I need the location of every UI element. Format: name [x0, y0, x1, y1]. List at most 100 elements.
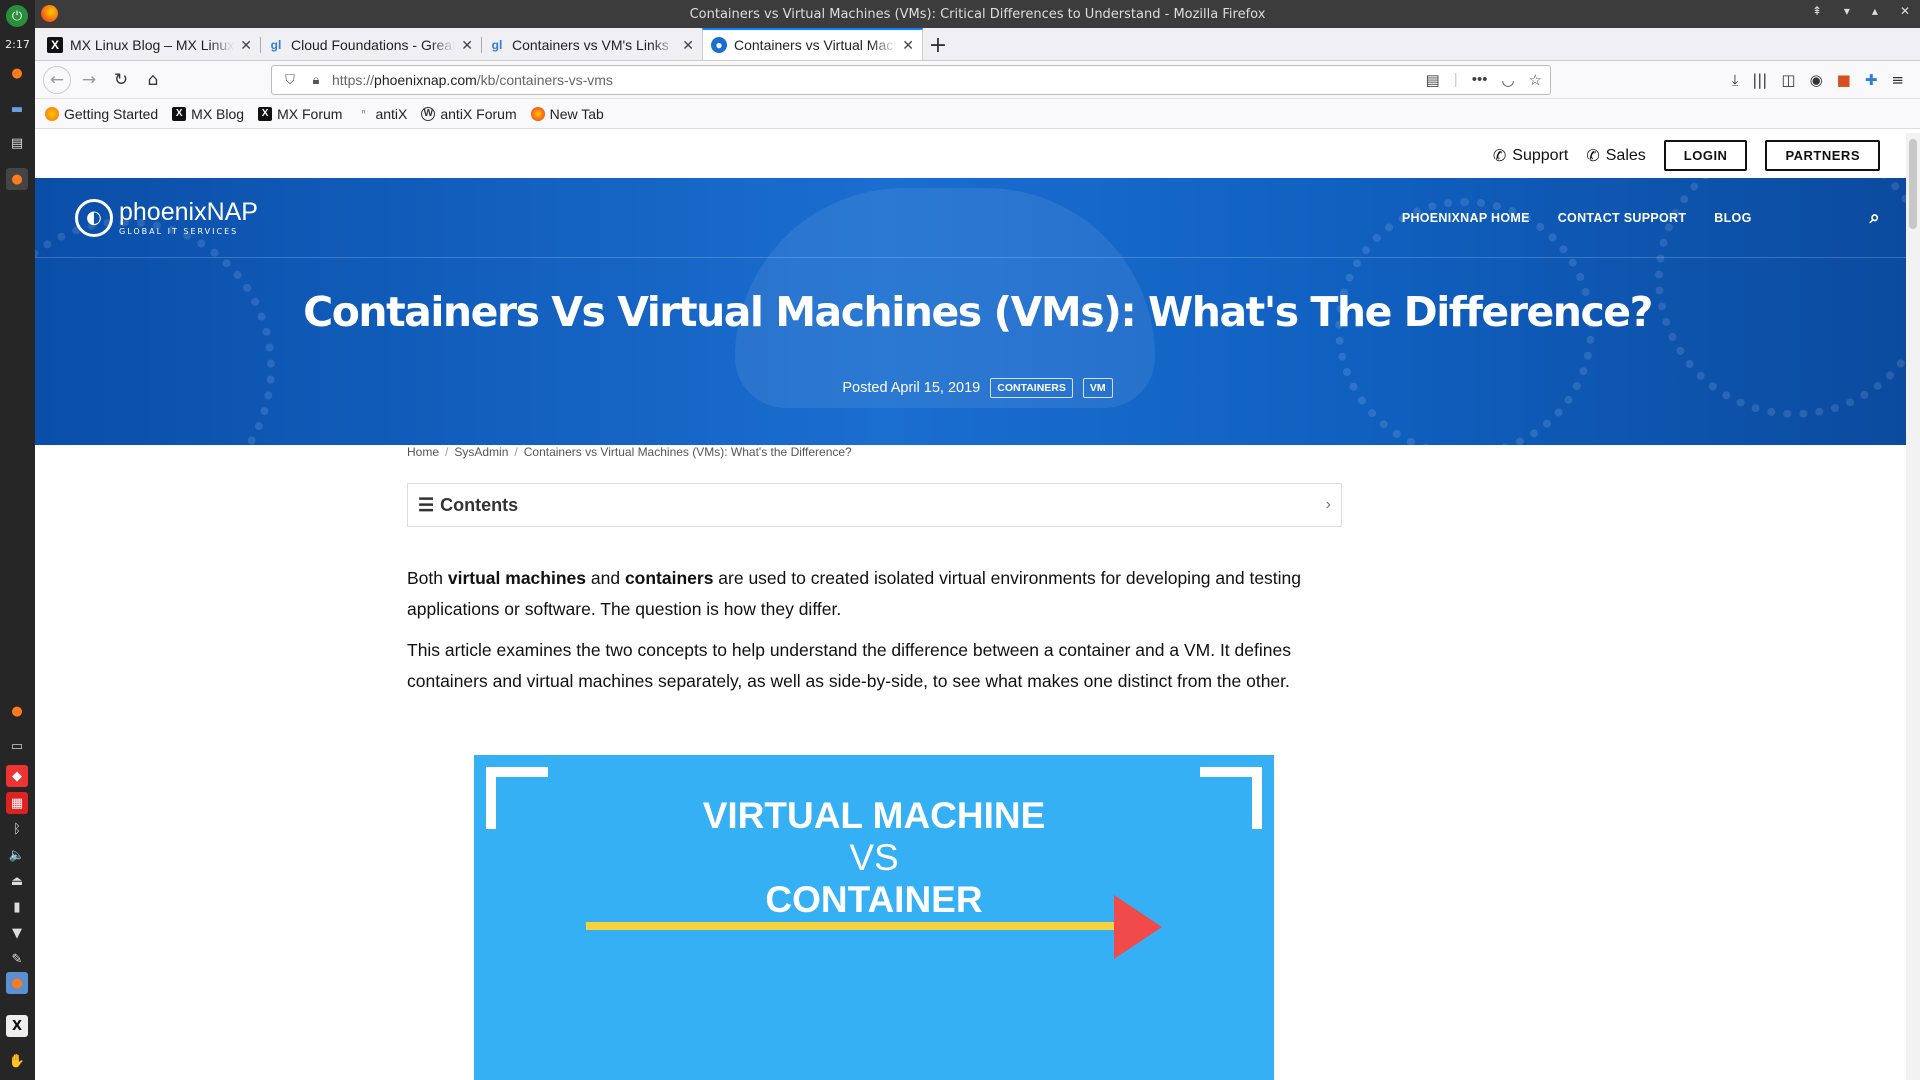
reader-view-icon[interactable]: ▤	[1426, 71, 1440, 89]
clock: 2:17	[5, 38, 30, 51]
sales-label: Sales	[1605, 146, 1646, 164]
mx-icon: X	[47, 37, 63, 53]
hero-banner: ◐ phoenixNAP GLOBAL IT SERVICES PHOENIXN…	[35, 178, 1920, 445]
back-button[interactable]: ←	[43, 65, 71, 94]
logo-subtitle: GLOBAL IT SERVICES	[119, 226, 239, 236]
home-button[interactable]: ⌂	[139, 66, 167, 94]
firefox-launcher-icon[interactable]: ●	[6, 62, 28, 84]
tab-containers-links[interactable]: gl Containers vs VM's Links ✕	[481, 30, 702, 60]
firefox-active-icon[interactable]: ●	[6, 972, 28, 994]
tag-containers[interactable]: CONTAINERS	[990, 378, 1073, 398]
tab-close-icon[interactable]: ✕	[461, 37, 473, 54]
text-run: and	[586, 568, 625, 588]
phoenixnap-icon: ●	[711, 37, 727, 53]
firefox-icon	[41, 5, 58, 22]
extensions-puzzle-icon[interactable]: ✚	[1865, 71, 1878, 89]
support-link[interactable]: ✆ Support	[1493, 146, 1568, 166]
tab-label: MX Linux Blog – MX Linux	[70, 37, 235, 53]
tab-close-icon[interactable]: ✕	[682, 37, 694, 54]
wifi-icon[interactable]: ▼	[6, 922, 28, 944]
posted-date: Posted April 15, 2019	[842, 380, 981, 396]
bookmarks-bar: Getting Started X MX Blog X MX Forum ⁿ anti…	[35, 99, 1920, 129]
updater-icon[interactable]: ▦	[6, 792, 28, 814]
library-icon[interactable]: |||	[1752, 71, 1767, 89]
url-bar[interactable]: ⛉ 🔒︎ https://phoenixnap.com/kb/container…	[271, 64, 1551, 95]
volume-icon[interactable]: 🔈	[6, 844, 28, 866]
tab-label: Containers vs VM's Links	[512, 37, 669, 53]
pocket-icon[interactable]: ◡	[1501, 71, 1514, 89]
new-tab-button[interactable]: +	[923, 30, 953, 60]
firefox-task-icon[interactable]: ●	[6, 168, 28, 190]
search-icon[interactable]: ⌕	[1870, 207, 1880, 228]
bookmark-getting-started[interactable]: Getting Started	[45, 106, 158, 122]
tab-label: Containers vs Virtual Machines	[734, 37, 896, 53]
sales-link[interactable]: ✆ Sales	[1586, 146, 1645, 166]
logout-icon[interactable]: ✋	[6, 1050, 28, 1072]
document-icon[interactable]: ▤	[6, 132, 28, 154]
clip-icon[interactable]: ✎	[6, 948, 28, 970]
post-meta: Posted April 15, 2019 CONTAINERS VM	[35, 378, 1920, 398]
menu-icon[interactable]: ≡	[1891, 71, 1904, 89]
downloads-icon[interactable]: ⤓	[1732, 71, 1739, 89]
phoenixnap-logo[interactable]: ◐ phoenixNAP GLOBAL IT SERVICES	[75, 198, 258, 237]
nav-blog[interactable]: BLOG	[1714, 211, 1751, 225]
nav-phoenixnap-home[interactable]: PHOENIXNAP HOME	[1402, 211, 1530, 225]
tab-close-icon[interactable]: ✕	[240, 37, 252, 54]
url-domain: phoenixnap.com	[374, 71, 477, 88]
window-icon[interactable]: ▬	[6, 98, 28, 120]
tab-cloud-foundations[interactable]: gl Cloud Foundations - Great Learning ✕	[260, 30, 481, 60]
maximize-icon[interactable]: ▴	[1872, 4, 1878, 18]
bookmark-mx-blog[interactable]: X MX Blog	[172, 106, 244, 122]
tag-vm[interactable]: VM	[1082, 378, 1113, 398]
lock-icon[interactable]: 🔒︎	[306, 72, 326, 88]
greatlearning-icon: gl	[270, 38, 282, 52]
tab-mx-linux-blog[interactable]: X MX Linux Blog – MX Linux ✕	[39, 30, 260, 60]
bookmark-antix-forum[interactable]: WantiX Forum	[421, 106, 517, 122]
breadcrumb-sysadmin[interactable]: SysAdmin	[454, 445, 508, 459]
partners-button[interactable]: PARTNERS	[1765, 140, 1880, 171]
reload-button[interactable]: ↻	[107, 66, 135, 94]
login-button[interactable]: LOGIN	[1663, 140, 1748, 171]
site-nav: ◐ phoenixNAP GLOBAL IT SERVICES PHOENIXN…	[35, 178, 1920, 258]
shade-icon[interactable]: ⇞	[1812, 4, 1822, 18]
package-icon[interactable]: ◆	[6, 765, 28, 787]
page-actions-icon[interactable]: •••	[1472, 71, 1488, 89]
close-icon[interactable]: ✕	[1900, 4, 1910, 18]
firefox-tray-icon[interactable]: ●	[6, 700, 28, 722]
drive-icon[interactable]: ▭	[6, 735, 28, 757]
battery-icon[interactable]: ▮	[6, 896, 28, 918]
list-icon: ☰	[418, 494, 435, 515]
tracking-shield-icon[interactable]: ⛉	[280, 72, 300, 88]
sidebar-icon[interactable]: ◫	[1781, 71, 1795, 89]
bookmark-mx-forum[interactable]: X MX Forum	[258, 106, 342, 122]
menu-icon[interactable]: ⏻	[6, 5, 28, 27]
bookmark-star-icon[interactable]: ☆	[1529, 71, 1542, 89]
url-text[interactable]: https://phoenixnap.com/kb/containers-vs-…	[332, 72, 1426, 88]
account-icon[interactable]: ◉	[1810, 71, 1823, 89]
bookmark-new-tab[interactable]: New Tab	[530, 106, 604, 122]
tab-close-icon[interactable]: ✕	[902, 37, 914, 54]
bookmark-antix[interactable]: ⁿ antiX	[356, 106, 407, 122]
extension-icon[interactable]: ■	[1837, 71, 1851, 89]
url-path: /kb/containers-vs-vms	[476, 71, 613, 88]
title-bar: Containers vs Virtual Machines (VMs): Cr…	[35, 0, 1920, 28]
scrollbar-thumb[interactable]	[1909, 139, 1917, 229]
breadcrumb: Home / SysAdmin / Containers vs Virtual Ma…	[407, 445, 852, 459]
nav-contact-support[interactable]: CONTACT SUPPORT	[1558, 211, 1687, 225]
page-scrollbar[interactable]	[1906, 133, 1920, 1080]
contents-toggle[interactable]: ☰ Contents ›	[407, 483, 1342, 527]
minimize-icon[interactable]: ▾	[1844, 4, 1850, 18]
mx-icon: X	[172, 106, 187, 121]
greatlearning-icon: gl	[491, 38, 503, 52]
forward-button[interactable]: →	[75, 66, 103, 94]
phone-icon: ✆	[1586, 147, 1600, 165]
eject-icon[interactable]: ⏏	[6, 870, 28, 892]
mx-logo-icon[interactable]: X	[6, 1015, 28, 1037]
text-run: Both	[407, 568, 448, 588]
bluetooth-icon[interactable]: ᛒ	[6, 818, 28, 840]
intro-paragraph: Both virtual machines and containers are…	[407, 563, 1342, 625]
tab-containers-vs-vms[interactable]: ● Containers vs Virtual Machines ✕	[702, 28, 923, 60]
support-label: Support	[1512, 146, 1569, 164]
globe-icon: ◐	[75, 198, 113, 237]
breadcrumb-home[interactable]: Home	[407, 445, 439, 459]
